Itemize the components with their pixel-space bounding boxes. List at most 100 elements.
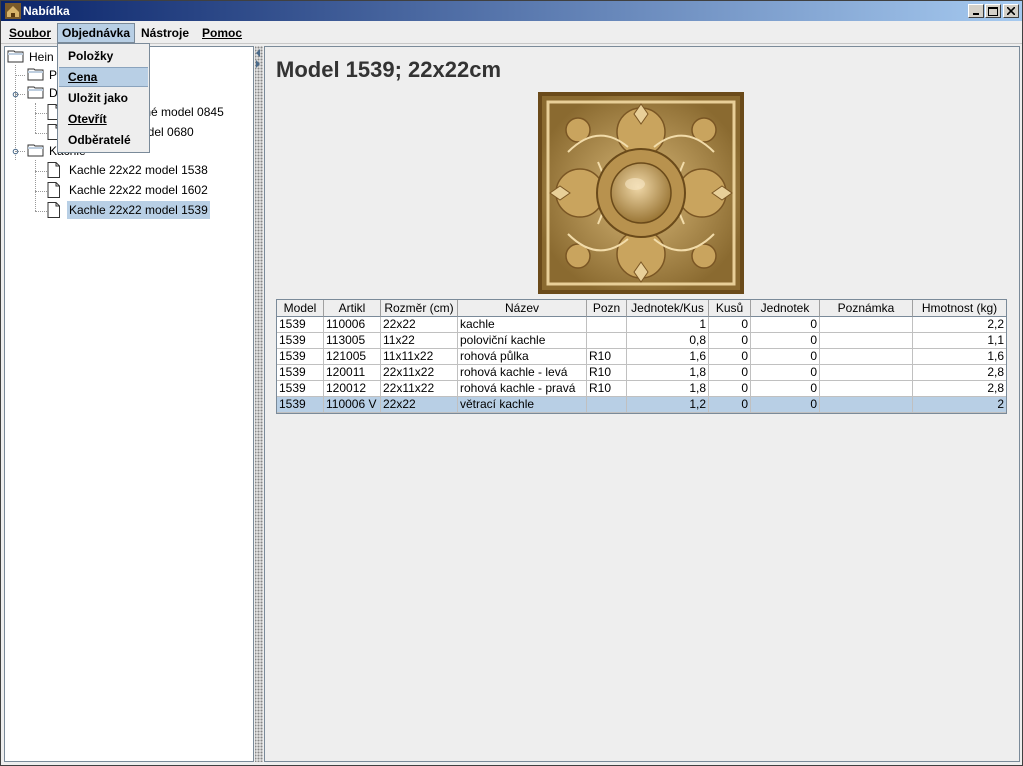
column-header[interactable]: Poznámka <box>820 300 913 317</box>
table-cell: 0 <box>751 333 820 349</box>
items-table[interactable]: Model Artikl Rozměr (cm) Název Pozn Jedn… <box>276 299 1007 414</box>
collapse-left-icon[interactable] <box>256 49 260 57</box>
minimize-icon <box>973 13 979 15</box>
table-cell <box>587 397 627 413</box>
table-row[interactable]: 1539 121005 11x11x22 rohová půlka R10 1,… <box>277 349 1006 365</box>
table-cell: 121005 <box>324 349 381 365</box>
table-row[interactable]: 1539 113005 11x22 poloviční kachle 0,8 0… <box>277 333 1006 349</box>
table-row[interactable]: 1539 120012 22x11x22 rohová kachle - pra… <box>277 381 1006 397</box>
column-header[interactable]: Jednotek/Kus <box>627 300 709 317</box>
menu-nastroje-label: Nástroje <box>141 26 190 40</box>
table-cell: 1539 <box>277 365 324 381</box>
main-window: Nabídka Soubor Objednávka Nástroje Pomoc <box>0 0 1023 766</box>
table-cell: 1 <box>627 317 709 333</box>
tile-image <box>538 92 744 294</box>
collapse-icon[interactable] <box>12 148 19 155</box>
table-cell <box>820 317 913 333</box>
menu-nastroje[interactable]: Nástroje <box>137 23 193 43</box>
menu-pomoc[interactable]: Pomoc <box>198 23 246 43</box>
menu-soubor-label: Soubor <box>9 26 51 40</box>
menu-bar: Soubor Objednávka Nástroje Pomoc <box>1 22 1022 44</box>
title-bar: Nabídka <box>1 1 1022 21</box>
document-icon <box>47 162 60 178</box>
table-cell: R10 <box>587 381 627 397</box>
tree-panel[interactable]: Hein Po De obné model 0845 model 0680 Ka… <box>4 46 254 762</box>
table-row[interactable]: 1539 120011 22x11x22 rohová kachle - lev… <box>277 365 1006 381</box>
tree-node-label: Kachle 22x22 model 1538 <box>69 163 208 177</box>
collapse-icon[interactable] <box>12 91 19 98</box>
table-cell: R10 <box>587 349 627 365</box>
table-cell: 1539 <box>277 397 324 413</box>
table-cell: 2,8 <box>913 365 1006 381</box>
table-cell: 1,8 <box>627 365 709 381</box>
table-cell <box>820 397 913 413</box>
table-cell: 22x11x22 <box>381 365 458 381</box>
table-cell: 1,6 <box>913 349 1006 365</box>
table-cell: kachle <box>458 317 587 333</box>
table-row-selected[interactable]: 1539 110006 V 22x22 větrací kachle 1,2 0… <box>277 397 1006 413</box>
menu-item-otevrit[interactable]: Otevřít <box>59 109 148 129</box>
table-cell: 22x22 <box>381 317 458 333</box>
menu-item-label: Uložit jako <box>68 91 129 105</box>
table-cell: poloviční kachle <box>458 333 587 349</box>
column-header[interactable]: Artikl <box>324 300 381 317</box>
table-cell: 2 <box>913 397 1006 413</box>
table-cell: 11x11x22 <box>381 349 458 365</box>
table-cell: 22x22 <box>381 397 458 413</box>
window-title: Nabídka <box>23 4 70 18</box>
table-cell: 0 <box>751 317 820 333</box>
menu-item-cena[interactable]: Cena <box>59 67 148 87</box>
tree-node-label: Kachle 22x22 model 1602 <box>69 183 208 197</box>
menu-item-ulozit-jako[interactable]: Uložit jako <box>59 88 148 108</box>
table-cell: 120011 <box>324 365 381 381</box>
table-cell: 0,8 <box>627 333 709 349</box>
table-cell: 120012 <box>324 381 381 397</box>
table-cell <box>820 349 913 365</box>
menu-objednavka-label: Objednávka <box>62 26 131 40</box>
table-cell: 2,2 <box>913 317 1006 333</box>
table-row[interactable]: 1539 110006 22x22 kachle 1 0 0 2,2 <box>277 317 1006 333</box>
table-cell: R10 <box>587 365 627 381</box>
column-header[interactable]: Jednotek <box>751 300 820 317</box>
table-cell: 1,2 <box>627 397 709 413</box>
menu-item-odberatele[interactable]: Odběratelé <box>59 130 148 150</box>
column-header[interactable]: Kusů <box>709 300 751 317</box>
close-icon <box>1007 7 1015 15</box>
document-icon <box>47 182 60 198</box>
table-cell: 0 <box>751 349 820 365</box>
table-cell: 1,8 <box>627 381 709 397</box>
menu-pomoc-label: Pomoc <box>202 26 243 40</box>
maximize-icon <box>988 6 998 16</box>
page-title: Model 1539; 22x22cm <box>276 57 502 82</box>
table-cell: 0 <box>751 365 820 381</box>
menu-item-polozky[interactable]: Položky <box>59 46 148 66</box>
table-cell: 1,6 <box>627 349 709 365</box>
split-divider[interactable] <box>255 46 263 762</box>
document-icon <box>47 202 60 218</box>
column-header[interactable]: Název <box>458 300 587 317</box>
column-header[interactable]: Model <box>277 300 324 317</box>
menu-soubor[interactable]: Soubor <box>5 23 55 43</box>
table-cell <box>587 333 627 349</box>
close-button[interactable] <box>1003 4 1019 18</box>
folder-icon <box>27 68 44 81</box>
column-header[interactable]: Hmotnost (kg) <box>913 300 1006 317</box>
tree-node-label: Hein <box>29 50 54 64</box>
minimize-button[interactable] <box>968 4 984 18</box>
table-cell: 0 <box>709 317 751 333</box>
app-icon <box>5 3 21 19</box>
table-header: Model Artikl Rozměr (cm) Název Pozn Jedn… <box>277 300 1006 317</box>
menu-objednavka[interactable]: Objednávka <box>57 23 136 43</box>
table-cell: 0 <box>709 333 751 349</box>
table-cell: 0 <box>751 381 820 397</box>
table-cell <box>820 365 913 381</box>
folder-open-icon <box>27 86 44 99</box>
table-cell: 1,1 <box>913 333 1006 349</box>
column-header[interactable]: Rozměr (cm) <box>381 300 458 317</box>
table-cell: rohová kachle - levá <box>458 365 587 381</box>
column-header[interactable]: Pozn <box>587 300 627 317</box>
table-cell: 0 <box>709 365 751 381</box>
menu-item-label: Odběratelé <box>68 133 131 147</box>
maximize-button[interactable] <box>985 4 1001 18</box>
collapse-right-icon[interactable] <box>256 60 260 68</box>
